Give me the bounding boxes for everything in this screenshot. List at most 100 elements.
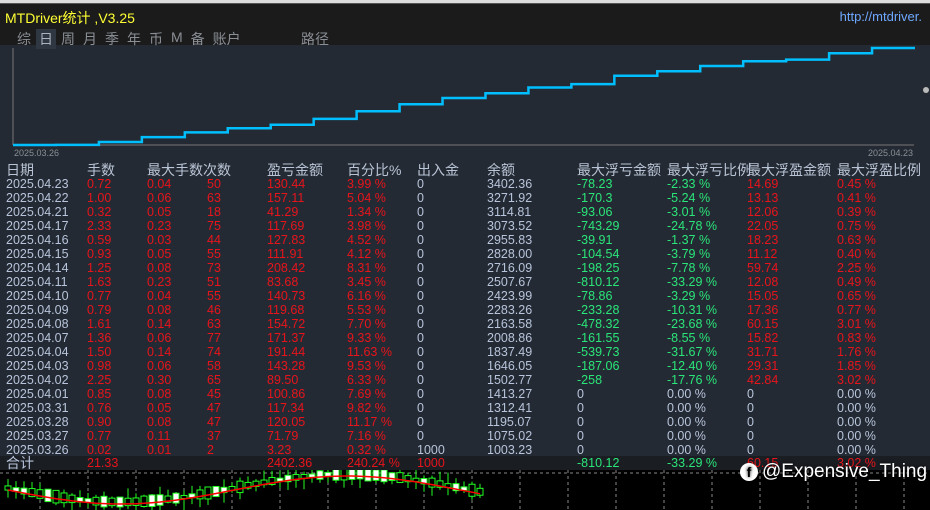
table-row[interactable]: 2025.04.03 0.98 0.06 58 143.28 9.53 % 0 1646.05… <box>0 359 930 373</box>
cell: 2025.04.11 <box>6 275 68 289</box>
cell: 0.23 <box>147 219 172 233</box>
cell: 0 <box>417 387 424 401</box>
cell: -93.06 <box>577 205 613 219</box>
cell: -10.31 % <box>667 303 718 317</box>
cell: 1413.27 <box>487 387 533 401</box>
table-row[interactable]: 2025.04.15 0.93 0.05 55 111.91 4.12 % 0 2828.00… <box>0 247 930 261</box>
cell: 0.83 % <box>837 331 876 345</box>
table-row[interactable]: 2025.04.04 1.50 0.14 74 191.44 11.63 % 0 1837.4… <box>0 345 930 359</box>
cell: -39.91 <box>577 233 613 247</box>
cell: 83.68 <box>267 275 299 289</box>
cell: 65 <box>207 373 221 387</box>
candle-body <box>204 486 212 500</box>
column-header[interactable]: 最大浮盈金额 <box>747 163 831 177</box>
cell: 50 <box>207 177 221 191</box>
cell: 1.25 <box>87 261 112 275</box>
cell: 7.16 % <box>347 429 386 443</box>
cell: 0.06 <box>147 331 172 345</box>
cell: 0.00 % <box>667 387 706 401</box>
cell: 1.36 <box>87 331 112 345</box>
table-row[interactable]: 2025.04.22 1.00 0.06 63 157.11 5.04 % 0 3271.92… <box>0 191 930 205</box>
column-header[interactable]: 最大浮盈比例 <box>837 163 921 177</box>
cell: 3.98 % <box>347 219 386 233</box>
cell: 2025.03.27 <box>6 429 69 443</box>
cell: 75 <box>207 219 221 233</box>
column-header[interactable]: 盈亏金额 <box>267 163 323 177</box>
table-row[interactable]: 2025.04.10 0.77 0.04 55 140.73 6.16 % 0 2423.99… <box>0 289 930 303</box>
website-link[interactable]: http://mtdriver. <box>840 9 922 24</box>
candle-body <box>428 477 436 488</box>
cell: 15.82 <box>747 331 779 345</box>
cell: 2025.04.15 <box>6 247 69 261</box>
cell: 2955.83 <box>487 233 533 247</box>
cell: 0.76 <box>87 401 112 415</box>
column-header[interactable]: 次数 <box>203 163 231 177</box>
table-row[interactable]: 2025.03.31 0.76 0.05 47 117.34 9.82 % 0 1312.41… <box>0 401 930 415</box>
cell: 8.31 % <box>347 261 386 275</box>
chart-handle[interactable] <box>923 87 929 93</box>
watermark: f @Expensive_Thing <box>740 461 927 483</box>
cell: 31.71 <box>747 345 779 359</box>
cell: 6.16 % <box>347 289 386 303</box>
table-row[interactable]: 2025.04.14 1.25 0.08 73 208.42 8.31 % 0 2716.09… <box>0 261 930 275</box>
table-row[interactable]: 2025.04.08 1.61 0.14 63 154.72 7.70 % 0 2163.58… <box>0 317 930 331</box>
column-header[interactable]: 出入金 <box>417 163 459 177</box>
cell: 0 <box>417 317 424 331</box>
column-header[interactable]: 最大浮亏金额 <box>577 163 661 177</box>
cell: 0.08 <box>147 261 172 275</box>
table-row[interactable]: 2025.04.17 2.33 0.23 75 117.69 3.98 % 0 3073.52… <box>0 219 930 233</box>
table-row[interactable]: 2025.03.27 0.77 0.11 37 71.79 7.16 % 0 1075.02 0… <box>0 429 930 443</box>
cell: 3.01 % <box>837 317 876 331</box>
table-row[interactable]: 2025.04.11 1.63 0.23 51 83.68 3.45 % 0 2507.67 -… <box>0 275 930 289</box>
cell: 73 <box>207 261 221 275</box>
table-row[interactable]: 2025.04.16 0.59 0.03 44 127.83 4.52 % 0 2955.83… <box>0 233 930 247</box>
table-row[interactable]: 2025.04.02 2.25 0.30 65 89.50 6.33 % 0 1502.77 -… <box>0 373 930 387</box>
cell: 0 <box>417 275 424 289</box>
cell: 0 <box>577 443 584 457</box>
column-header[interactable]: 最大浮亏比例 <box>667 163 751 177</box>
cell: 1195.07 <box>487 415 532 429</box>
table-row[interactable]: 2025.04.01 0.85 0.08 45 100.86 7.69 % 0 1413.27… <box>0 387 930 401</box>
cell: 0 <box>747 401 754 415</box>
watermark-text: @Expensive_Thing <box>762 461 928 482</box>
candle-body <box>196 489 204 500</box>
cell: 3.99 % <box>347 177 386 191</box>
cell: 47 <box>207 401 221 415</box>
cell: 0.65 % <box>837 289 876 303</box>
table-row[interactable]: 2025.04.09 0.79 0.08 46 119.68 5.53 % 0 2283.26… <box>0 303 930 317</box>
candle-body <box>140 495 148 508</box>
cell: 2025.04.23 <box>6 177 69 191</box>
column-header[interactable]: 余额 <box>487 163 515 177</box>
table-row[interactable]: 2025.04.21 0.32 0.05 18 41.29 1.34 % 0 3114.81 -… <box>0 205 930 219</box>
column-header[interactable]: 手数 <box>87 163 115 177</box>
cell: 1.63 <box>87 275 112 289</box>
cell: 1502.77 <box>487 373 533 387</box>
candle-body <box>4 485 12 491</box>
cell: -161.55 <box>577 331 620 345</box>
table-row[interactable]: 2025.04.23 0.72 0.04 50 130.44 3.99 % 0 3402.36… <box>0 177 930 191</box>
cell: 2.25 <box>87 373 112 387</box>
cell: 2025.03.28 <box>6 415 69 429</box>
cell: 71.79 <box>267 429 299 443</box>
table-row[interactable]: 2025.03.26 0.02 0.01 2 3.23 0.32 % 1000 1003.23… <box>0 443 930 457</box>
cell: -17.76 % <box>667 373 718 387</box>
cell: 0 <box>577 429 584 443</box>
cell: 0.06 <box>147 191 172 205</box>
table-row[interactable]: 2025.03.28 0.90 0.08 47 120.05 11.17 % 0 1195.0… <box>0 415 930 429</box>
cell: 29.31 <box>747 359 779 373</box>
cell: 12.06 <box>747 205 779 219</box>
cell: 11.17 % <box>347 415 392 429</box>
cell: 0 <box>417 303 424 317</box>
column-header[interactable]: 最大手数 <box>147 163 203 177</box>
cell: 0.45 % <box>837 177 876 191</box>
candle-body <box>316 470 324 480</box>
cell: 0.32 % <box>347 443 386 457</box>
column-header[interactable]: 日期 <box>6 163 34 177</box>
cell: -31.67 % <box>667 345 718 359</box>
table-row[interactable]: 2025.04.07 1.36 0.06 77 171.37 9.33 % 0 2008.86… <box>0 331 930 345</box>
facebook-icon: f <box>740 463 758 481</box>
cell: 154.72 <box>267 317 306 331</box>
cell: 4.52 % <box>347 233 386 247</box>
column-header[interactable]: 百分比% <box>347 163 401 177</box>
cell: 2.33 <box>87 219 112 233</box>
